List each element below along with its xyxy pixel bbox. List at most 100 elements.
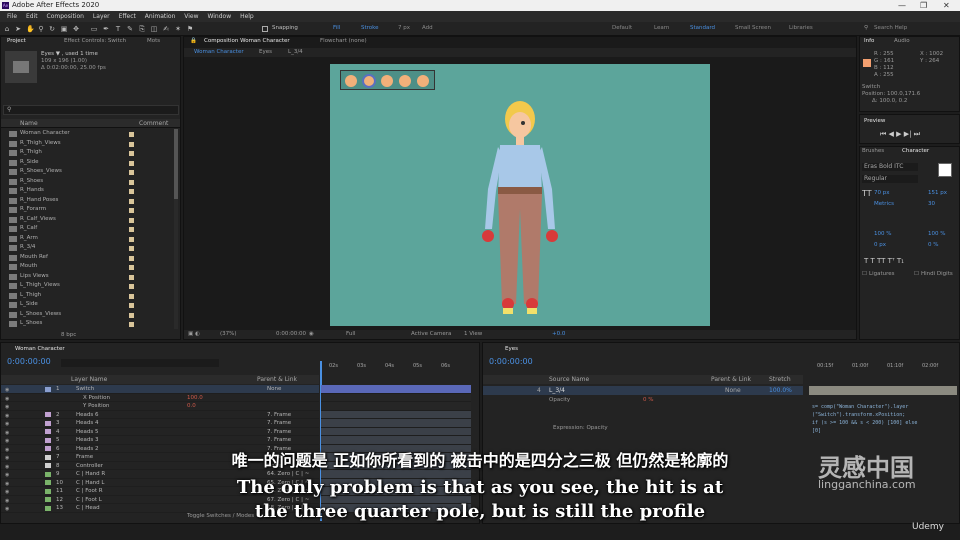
- layer-parent[interactable]: 7. Frame: [267, 428, 291, 437]
- project-item[interactable]: R_Thigh_Views: [1, 139, 171, 149]
- project-item[interactable]: R_Thigh: [1, 148, 171, 158]
- project-item[interactable]: Lips Views: [1, 272, 171, 282]
- eyes-layer-parent[interactable]: None: [725, 387, 741, 394]
- menu-file[interactable]: File: [7, 13, 17, 20]
- menu-edit[interactable]: Edit: [26, 13, 38, 20]
- expression-line-4[interactable]: [0]: [812, 428, 821, 434]
- expression-line-3[interactable]: if (s >= 100 && s < 200) [100] else: [812, 420, 917, 426]
- font-style-dropdown[interactable]: Regular: [862, 175, 918, 183]
- project-item[interactable]: L_Thigh: [1, 291, 171, 301]
- layer-label-color[interactable]: [45, 429, 51, 434]
- snapshot-icon[interactable]: ◉: [309, 331, 314, 337]
- menu-effect[interactable]: Effect: [119, 13, 136, 20]
- layer-name[interactable]: Heads 5: [76, 428, 99, 437]
- project-item[interactable]: L_Shoes: [1, 319, 171, 329]
- property-value[interactable]: 0.0: [187, 402, 196, 411]
- pen-tool-icon[interactable]: ✒: [102, 25, 110, 33]
- project-item[interactable]: Mouth: [1, 262, 171, 272]
- layer-duration-bar[interactable]: [321, 410, 471, 419]
- layer-row[interactable]: ◉ Y Position 0.0: [1, 402, 319, 411]
- menu-composition[interactable]: Composition: [47, 13, 84, 20]
- tab-info[interactable]: Info: [864, 38, 874, 44]
- project-item[interactable]: R_Calf: [1, 224, 171, 234]
- eyes-layer-name[interactable]: L_3/4: [549, 387, 565, 394]
- tab-eyes[interactable]: Eyes: [505, 346, 518, 352]
- project-item[interactable]: R_Hand Poses: [1, 196, 171, 206]
- layer-duration-bar[interactable]: [321, 419, 471, 428]
- project-item[interactable]: L_Side: [1, 300, 171, 310]
- layer-duration-bar[interactable]: [321, 393, 471, 402]
- workspace-libraries[interactable]: Libraries: [789, 25, 813, 31]
- workspace-standard[interactable]: Standard: [690, 25, 715, 31]
- maximize-button[interactable]: ❐: [920, 0, 927, 11]
- playback-controls-icon[interactable]: ⏮ ◀ ▶ ▶| ⏭: [880, 130, 920, 139]
- layer-parent[interactable]: 7. Frame: [267, 436, 291, 445]
- column-comment[interactable]: Comment: [139, 120, 168, 127]
- tab-project[interactable]: Project: [7, 38, 26, 44]
- snapping-checkbox[interactable]: [262, 26, 268, 32]
- menu-view[interactable]: View: [184, 13, 198, 20]
- add-button[interactable]: Add: [422, 25, 433, 31]
- breadcrumb-l-34[interactable]: L_3/4: [288, 49, 303, 55]
- stroke-width[interactable]: 7 px: [398, 25, 410, 31]
- layer-row[interactable]: ◉ 1 Switch None: [1, 385, 319, 394]
- project-item[interactable]: R_Arm: [1, 234, 171, 244]
- layer-row[interactable]: ◉ 2 Heads 6 7. Frame: [1, 411, 319, 420]
- brush-tool-icon[interactable]: ✎: [126, 25, 134, 33]
- home-icon[interactable]: ⌂: [3, 25, 11, 33]
- menu-help[interactable]: Help: [240, 13, 254, 20]
- tab-character[interactable]: Character: [902, 148, 929, 154]
- tab-composition[interactable]: Composition Woman Character: [204, 38, 290, 44]
- tsume-value[interactable]: 0 %: [928, 242, 938, 248]
- column-name[interactable]: Name: [20, 120, 38, 127]
- property-value[interactable]: 100.0: [187, 394, 203, 403]
- type-tool-icon[interactable]: T: [114, 25, 122, 33]
- eraser-tool-icon[interactable]: ◫: [150, 25, 158, 33]
- project-item[interactable]: R_Calf_Views: [1, 215, 171, 225]
- vertical-scale-value[interactable]: 100 %: [874, 231, 891, 237]
- layer-duration-bar[interactable]: [321, 427, 471, 436]
- project-item[interactable]: L_Thigh_Views: [1, 281, 171, 291]
- column-stretch[interactable]: Stretch: [769, 376, 791, 383]
- timeline-search-input[interactable]: [61, 359, 219, 367]
- view-options-icon[interactable]: ▣ ◐: [188, 331, 200, 337]
- magnification-dropdown[interactable]: (37%): [220, 331, 237, 337]
- layer-name[interactable]: Heads 6: [76, 411, 99, 420]
- hindi-digits-checkbox[interactable]: ☐: [914, 271, 919, 277]
- ligatures-checkbox[interactable]: ☐: [862, 271, 867, 277]
- pin-tool-icon[interactable]: ⚑: [186, 25, 194, 33]
- layer-duration-bar[interactable]: [321, 436, 471, 445]
- layer-parent[interactable]: None: [267, 385, 281, 394]
- layer-parent[interactable]: 7. Frame: [267, 419, 291, 428]
- head-switcher-strip[interactable]: [340, 70, 435, 90]
- layer-name[interactable]: X Position: [83, 394, 110, 403]
- tab-woman-character[interactable]: Woman Character: [15, 346, 65, 352]
- menu-window[interactable]: Window: [207, 13, 231, 20]
- baseline-shift-value[interactable]: 0 px: [874, 242, 886, 248]
- eyes-layer-row[interactable]: 4 L_3/4 None 100.0%: [483, 386, 803, 395]
- layer-label-color[interactable]: [45, 420, 51, 426]
- project-item[interactable]: R_3/4: [1, 243, 171, 253]
- hand-tool-icon[interactable]: ✋: [26, 25, 35, 33]
- search-help-input[interactable]: Search Help: [874, 25, 907, 31]
- project-search-input[interactable]: ⚲: [3, 105, 179, 115]
- workspace-default[interactable]: Default: [612, 25, 632, 31]
- close-button[interactable]: ✕: [943, 0, 950, 11]
- minimize-button[interactable]: —: [898, 0, 906, 11]
- column-source-name[interactable]: Source Name: [549, 376, 589, 383]
- eyes-layer-bar[interactable]: [809, 386, 957, 395]
- layer-row[interactable]: ◉ 4 Heads 5 7. Frame: [1, 428, 319, 437]
- expression-line-2[interactable]: ("Switch").transform.xPosition;: [812, 412, 905, 418]
- pan-behind-tool-icon[interactable]: ✥: [72, 25, 80, 33]
- tab-effect-controls[interactable]: Effect Controls: Switch: [64, 38, 126, 44]
- zoom-tool-icon[interactable]: ⚲: [37, 25, 45, 33]
- eyes-time-ruler[interactable]: 00:15f 01:00f 01:10f 02:00f: [809, 361, 959, 375]
- layer-label-color[interactable]: [45, 437, 51, 443]
- exposure-value[interactable]: +0.0: [552, 331, 565, 337]
- camera-dropdown[interactable]: Active Camera: [411, 331, 451, 337]
- search-icon[interactable]: ⚲: [864, 25, 868, 31]
- layer-row[interactable]: ◉ 3 Heads 4 7. Frame: [1, 419, 319, 428]
- project-scrollbar[interactable]: [174, 129, 178, 329]
- rectangle-tool-icon[interactable]: ▭: [90, 25, 98, 33]
- column-parent[interactable]: Parent & Link: [257, 376, 297, 383]
